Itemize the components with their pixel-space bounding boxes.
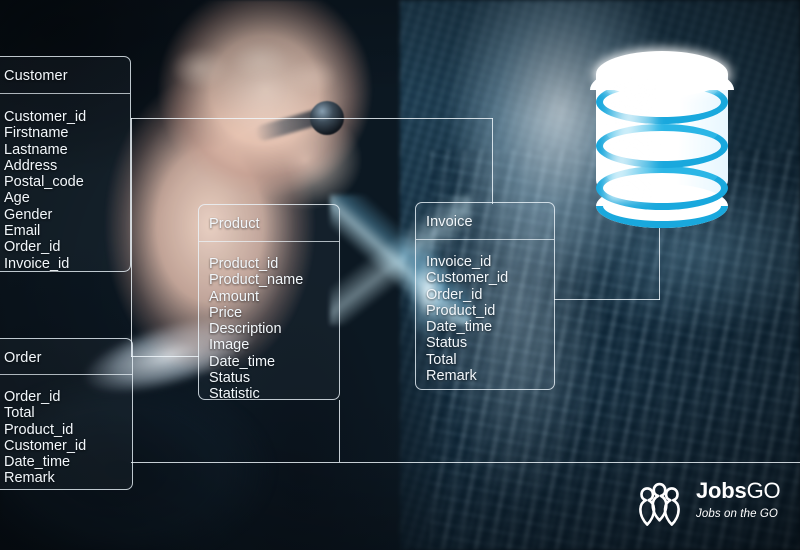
entity-order-title: Order bbox=[4, 350, 42, 366]
entity-order[interactable]: Order Order_id Total Product_id Customer… bbox=[0, 338, 133, 490]
field-row: Date_time bbox=[4, 454, 71, 471]
entity-customer-title: Customer bbox=[4, 68, 68, 84]
jobsgo-logo[interactable]: JobsGO Jobs on the GO bbox=[628, 478, 794, 536]
field-row: Order_id bbox=[4, 389, 61, 405]
jobsgo-logo-text: JobsGO Jobs on the GO bbox=[696, 478, 781, 521]
jobsgo-wordmark: JobsGO bbox=[696, 478, 781, 503]
entity-customer[interactable]: Customer Customer_id Firstname Lastname … bbox=[0, 56, 131, 272]
entity-invoice-title: Invoice bbox=[426, 214, 473, 230]
entity-order-divider bbox=[0, 374, 132, 375]
field-row: Firstname bbox=[4, 125, 69, 142]
field-row: Gender bbox=[4, 206, 53, 223]
entity-customer-fields: Customer_id Firstname Lastname Address P… bbox=[4, 109, 126, 272]
database-cylinder-icon[interactable] bbox=[566, 36, 758, 250]
field-row: Product_id bbox=[426, 302, 496, 319]
three-people-icon bbox=[628, 482, 690, 530]
entity-invoice-fields: Invoice_id Customer_id Order_id Product_… bbox=[426, 254, 550, 384]
field-row: Email bbox=[4, 223, 41, 240]
connector-customer-spine-vertical bbox=[131, 118, 132, 357]
field-row: Remark bbox=[426, 368, 477, 385]
field-row: Product_id bbox=[4, 421, 74, 438]
field-row: Age bbox=[4, 190, 30, 207]
database-sheen bbox=[606, 82, 656, 202]
field-row: Customer_id bbox=[4, 109, 87, 125]
field-row: Order_id bbox=[4, 239, 61, 256]
field-row: Status bbox=[209, 370, 251, 387]
entity-product-divider bbox=[199, 241, 339, 242]
field-row: Customer_id bbox=[426, 270, 509, 287]
field-row: Status bbox=[426, 335, 468, 352]
field-row: Description bbox=[209, 321, 282, 338]
field-row: Lastname bbox=[4, 141, 68, 158]
field-row: Customer_id bbox=[4, 437, 87, 454]
field-row: Product_id bbox=[209, 256, 279, 272]
entity-product-fields: Product_id Product_name Amount Price Des… bbox=[209, 256, 335, 403]
entity-product-title: Product bbox=[209, 216, 260, 232]
entity-invoice-divider bbox=[416, 239, 554, 240]
jobsgo-word-secondary: GO bbox=[746, 478, 781, 503]
er-diagram: Customer Customer_id Firstname Lastname … bbox=[0, 0, 800, 550]
field-row: Invoice_id bbox=[4, 255, 70, 272]
entity-invoice[interactable]: Invoice Invoice_id Customer_id Order_id … bbox=[415, 202, 555, 390]
entity-customer-divider bbox=[0, 93, 130, 94]
field-row: Invoice_id bbox=[426, 254, 492, 270]
field-row: Remark bbox=[4, 470, 55, 487]
field-row: Statistic bbox=[209, 386, 260, 403]
jobsgo-tagline: Jobs on the GO bbox=[696, 508, 778, 520]
connector-order-bottom-horizontal bbox=[131, 462, 800, 463]
entity-product[interactable]: Product Product_id Product_name Amount P… bbox=[198, 204, 340, 403]
field-row: Date_time bbox=[209, 353, 276, 370]
field-row: Image bbox=[209, 337, 250, 354]
connector-customer-to-invoice-vertical bbox=[492, 118, 493, 204]
jobsgo-word-primary: Jobs bbox=[696, 478, 747, 503]
field-row: Total bbox=[426, 351, 457, 368]
field-row: Total bbox=[4, 405, 35, 422]
field-row: Order_id bbox=[426, 286, 483, 303]
field-row: Price bbox=[209, 304, 243, 321]
screenshot-canvas: Customer Customer_id Firstname Lastname … bbox=[0, 0, 800, 550]
field-row: Date_time bbox=[426, 319, 493, 336]
field-row: Amount bbox=[209, 288, 259, 305]
field-row: Postal_code bbox=[4, 174, 84, 191]
field-row: Product_name bbox=[209, 272, 304, 289]
field-row: Address bbox=[4, 157, 58, 174]
connector-spine-to-product-horizontal bbox=[131, 356, 199, 357]
connector-product-to-bottom-vertical bbox=[339, 400, 340, 462]
connector-customer-to-invoice-horizontal bbox=[131, 118, 493, 119]
connector-database-to-invoice-horizontal bbox=[554, 299, 660, 300]
entity-order-fields: Order_id Total Product_id Customer_id Da… bbox=[4, 389, 128, 487]
